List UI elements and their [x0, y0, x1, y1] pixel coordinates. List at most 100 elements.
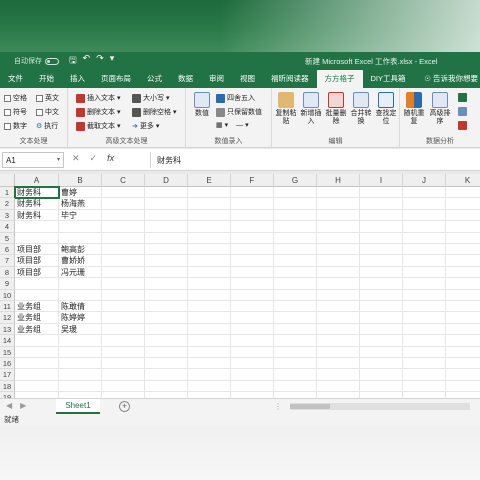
- merge-convert-button[interactable]: 合并转换: [349, 92, 373, 126]
- column-header[interactable]: G: [274, 174, 317, 187]
- cell-a15[interactable]: [15, 347, 59, 358]
- copy-paste-button[interactable]: 复制粘贴: [274, 92, 298, 126]
- cell-b10[interactable]: [59, 290, 102, 301]
- keep-value-button[interactable]: 只保留数值: [216, 107, 262, 117]
- cell-b6[interactable]: 鲍高彭: [59, 244, 102, 255]
- column-header[interactable]: A: [15, 174, 59, 187]
- sheet-tab[interactable]: Sheet1: [56, 399, 100, 414]
- row-header[interactable]: 14: [0, 335, 15, 347]
- cell-b8[interactable]: 冯元珊: [59, 267, 102, 278]
- checkbox[interactable]: [36, 108, 43, 116]
- next-sheet-icon[interactable]: ▶: [20, 401, 26, 410]
- cell-a5[interactable]: [15, 233, 59, 244]
- option-space[interactable]: 空格: [4, 93, 27, 103]
- tab-3[interactable]: 页面布局: [93, 70, 139, 88]
- confirm-icon[interactable]: ✓: [90, 153, 98, 164]
- row-header[interactable]: 13: [0, 323, 15, 336]
- spreadsheet-grid[interactable]: A B C D E F G H I J K 1 财务科 曹婷 2 财务科 杨海燕 3 财务科 毕宁 4 5 6 项目部 鲍高彭 7…: [0, 174, 480, 398]
- formula-input[interactable]: 财务科: [150, 152, 480, 168]
- cancel-icon[interactable]: ✕: [72, 153, 80, 164]
- option-chinese[interactable]: 中文: [36, 107, 59, 117]
- cell-b11[interactable]: 陈敢倩: [59, 301, 102, 312]
- cell-a7[interactable]: 项目部: [15, 255, 59, 266]
- cell-b9[interactable]: [59, 278, 102, 289]
- row-header[interactable]: 5: [0, 232, 15, 244]
- cell-b4[interactable]: [59, 221, 102, 232]
- insert-text-button[interactable]: 插入文本 ▾: [76, 93, 121, 103]
- cell-a8[interactable]: 项目部: [15, 267, 59, 278]
- column-header[interactable]: F: [231, 174, 274, 187]
- checkbox[interactable]: [4, 122, 11, 130]
- cell-a1[interactable]: 财务科: [14, 185, 60, 200]
- cell-a16[interactable]: [15, 358, 59, 369]
- row-header[interactable]: 15: [0, 346, 15, 358]
- tab-0[interactable]: 文件: [0, 70, 31, 88]
- cell-a14[interactable]: [15, 335, 59, 346]
- split-handle-icon[interactable]: ⋮: [274, 402, 282, 411]
- cell-a9[interactable]: [15, 278, 59, 289]
- row-header[interactable]: 2: [0, 198, 15, 210]
- cell-a13[interactable]: 业务组: [15, 324, 59, 335]
- cell-b7[interactable]: 曹娇娇: [59, 255, 102, 266]
- cell-b5[interactable]: [59, 233, 102, 244]
- row-header[interactable]: 7: [0, 255, 15, 267]
- row-header[interactable]: 6: [0, 244, 15, 256]
- column-header[interactable]: K: [446, 174, 480, 187]
- undo-icon[interactable]: ↶: [83, 53, 91, 69]
- column-header[interactable]: J: [403, 174, 446, 187]
- dropdown-icon[interactable]: ▾: [57, 156, 60, 163]
- round-button[interactable]: 四舍五入: [216, 93, 255, 103]
- cell-b3[interactable]: 毕宁: [59, 210, 102, 221]
- scroll-thumb[interactable]: [290, 404, 330, 409]
- cell-a3[interactable]: 财务科: [15, 210, 59, 221]
- tab-10[interactable]: DIY工具箱: [363, 70, 414, 88]
- checkbox[interactable]: [4, 94, 11, 102]
- row-header[interactable]: 9: [0, 278, 15, 290]
- cell-b13[interactable]: 吴瑗: [59, 324, 102, 335]
- cell-b2[interactable]: 杨海燕: [59, 198, 102, 209]
- find-locate-button[interactable]: 查找定位: [374, 92, 398, 126]
- delete-space-button[interactable]: 删除空格 ▾: [132, 107, 177, 117]
- cell-b16[interactable]: [59, 358, 102, 369]
- random-repeat-button[interactable]: 随机重复: [402, 92, 426, 126]
- option-number[interactable]: 数字: [4, 121, 27, 131]
- row-header[interactable]: 17: [0, 369, 15, 381]
- option-symbol[interactable]: 符号: [4, 107, 27, 117]
- more-button[interactable]: ➜ 更多 ▾: [132, 121, 159, 131]
- checkbox[interactable]: [36, 94, 43, 102]
- cell-a6[interactable]: 项目部: [15, 244, 59, 255]
- row-header[interactable]: 4: [0, 221, 15, 233]
- cell-b12[interactable]: 陈婷婷: [59, 312, 102, 323]
- column-header[interactable]: D: [145, 174, 188, 187]
- numeric-button[interactable]: 数值: [190, 92, 214, 118]
- analysis-more-3[interactable]: [458, 121, 467, 130]
- tab-5[interactable]: 数据: [170, 70, 201, 88]
- cell-b17[interactable]: [59, 369, 102, 380]
- redo-icon[interactable]: ↷: [96, 53, 104, 69]
- column-header[interactable]: B: [59, 174, 102, 187]
- function-icon[interactable]: fx: [107, 153, 114, 164]
- cell-a11[interactable]: 业务组: [15, 301, 59, 312]
- tab-2[interactable]: 插入: [62, 70, 93, 88]
- analysis-more-1[interactable]: [458, 93, 467, 102]
- option-english[interactable]: 英文: [36, 93, 59, 103]
- tab-4[interactable]: 公式: [139, 70, 170, 88]
- cell-a18[interactable]: [15, 381, 59, 392]
- column-header[interactable]: I: [360, 174, 403, 187]
- tab-1[interactable]: 开始: [31, 70, 62, 88]
- insert-button[interactable]: 新增插入: [299, 92, 323, 126]
- column-header[interactable]: H: [317, 174, 360, 187]
- tab-9[interactable]: 方方格子: [316, 70, 363, 88]
- cell-a4[interactable]: [15, 221, 59, 232]
- case-button[interactable]: 大小写 ▾: [132, 93, 170, 103]
- column-header[interactable]: E: [188, 174, 231, 187]
- analysis-more-2[interactable]: [458, 107, 467, 116]
- checkbox[interactable]: [4, 108, 11, 116]
- name-box[interactable]: A1 ▾: [2, 152, 64, 168]
- tab-6[interactable]: 审阅: [201, 70, 232, 88]
- extract-text-button[interactable]: 截取文本 ▾: [76, 121, 121, 131]
- cell-a10[interactable]: [15, 290, 59, 301]
- cell-b14[interactable]: [59, 335, 102, 346]
- cell-a17[interactable]: [15, 369, 59, 380]
- tab-7[interactable]: 视图: [232, 70, 263, 88]
